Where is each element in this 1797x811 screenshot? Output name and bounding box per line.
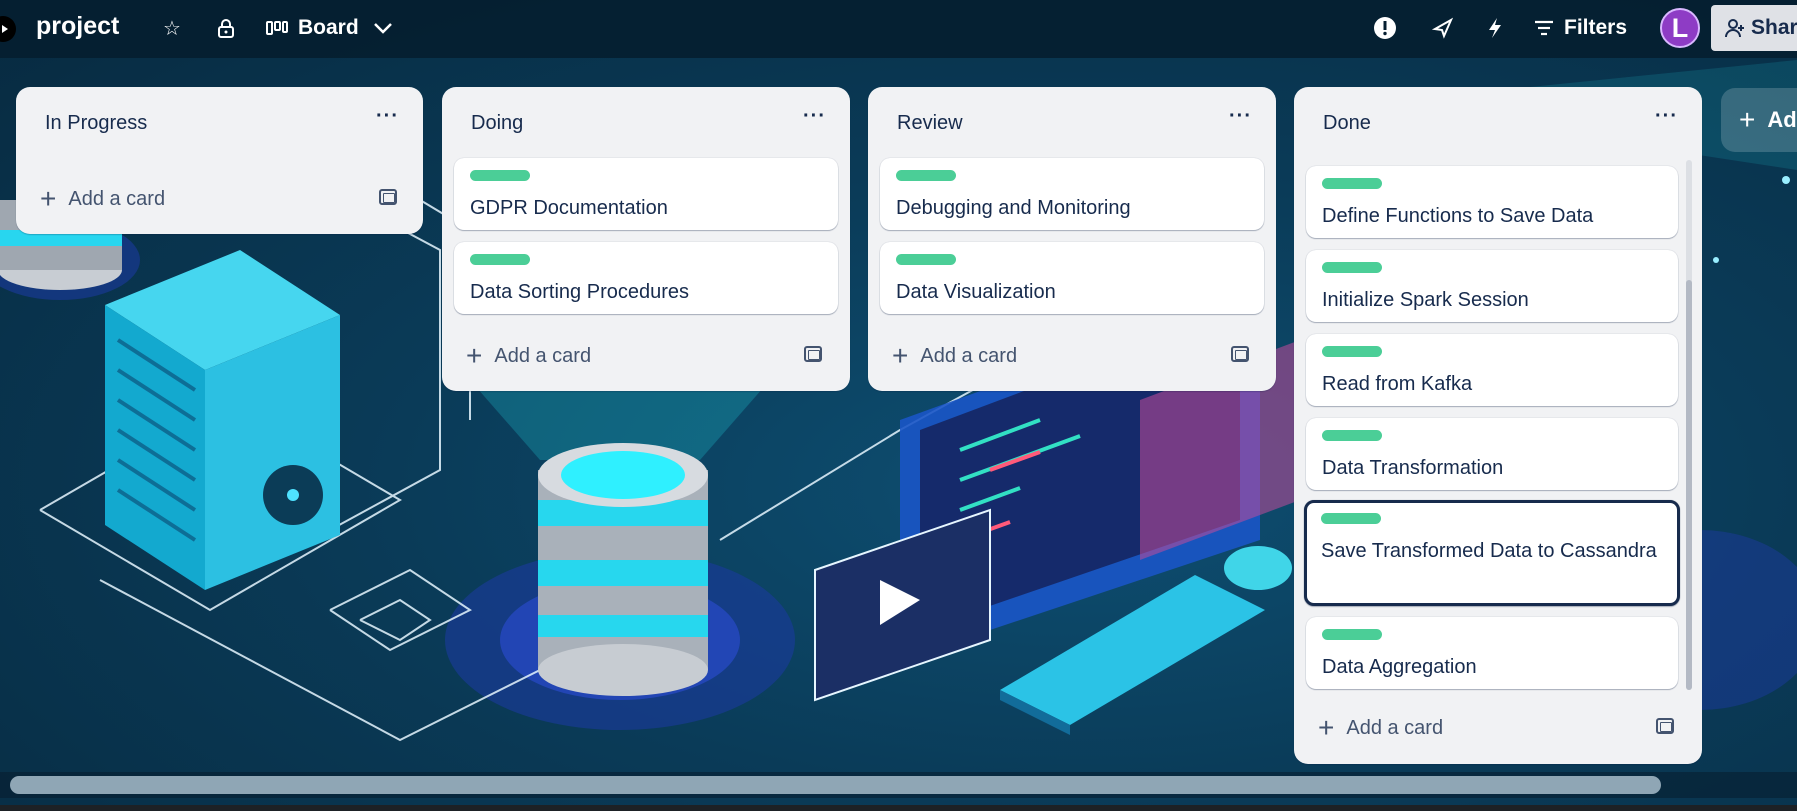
star-icon[interactable]: ☆ xyxy=(158,10,186,46)
card[interactable]: Debugging and Monitoring xyxy=(880,158,1264,230)
list-scrollbar-thumb[interactable] xyxy=(1686,280,1692,690)
card-selected[interactable]: Save Transformed Data to Cassandra xyxy=(1304,500,1680,606)
list-review: Review ··· Debugging and Monitoring Data… xyxy=(868,87,1276,391)
card-label-green[interactable] xyxy=(1322,178,1382,189)
card[interactable]: Read from Kafka xyxy=(1306,334,1678,406)
card[interactable]: Data Sorting Procedures xyxy=(454,242,838,314)
board-icon xyxy=(266,21,288,35)
view-switcher-button[interactable]: Board xyxy=(266,10,416,46)
card-template-icon[interactable] xyxy=(804,346,822,362)
add-card-button[interactable]: + Add a card xyxy=(1318,714,1443,742)
card-label-green[interactable] xyxy=(1321,513,1381,524)
board-title[interactable]: project xyxy=(36,12,119,41)
share-button[interactable]: Share xyxy=(1711,5,1797,51)
add-list-label: Ad xyxy=(1767,107,1797,132)
plus-icon: + xyxy=(1318,712,1335,743)
card[interactable]: GDPR Documentation xyxy=(454,158,838,230)
avatar[interactable]: L xyxy=(1660,8,1700,48)
card-label-green[interactable] xyxy=(896,254,956,265)
card-title: Read from Kafka xyxy=(1322,373,1473,395)
card-title: Debugging and Monitoring xyxy=(896,197,1131,219)
plus-icon: + xyxy=(892,340,909,371)
add-card-button[interactable]: + Add a card xyxy=(466,342,591,370)
add-card-label: Add a card xyxy=(1346,716,1444,739)
card-label-green[interactable] xyxy=(470,170,530,181)
list-title[interactable]: Review xyxy=(897,112,963,135)
rocket-icon[interactable] xyxy=(1428,10,1458,46)
lightning-icon-svg xyxy=(1489,18,1501,38)
chevron-down-icon xyxy=(373,23,392,34)
alert-icon[interactable] xyxy=(1370,10,1400,46)
filters-button[interactable]: Filters xyxy=(1534,10,1634,46)
add-list-button[interactable]: + Ad xyxy=(1721,88,1797,152)
share-label: Share xyxy=(1751,16,1797,39)
list-title[interactable]: Doing xyxy=(471,112,523,135)
card-title: Data Sorting Procedures xyxy=(470,281,690,303)
more-icon[interactable]: ··· xyxy=(1655,105,1678,128)
card-label-green[interactable] xyxy=(470,254,530,265)
card-template-icon[interactable] xyxy=(1231,346,1249,362)
list-done: Done ··· Define Functions to Save Data I… xyxy=(1294,87,1702,764)
card[interactable]: Define Functions to Save Data xyxy=(1306,166,1678,238)
card[interactable]: Data Transformation xyxy=(1306,418,1678,490)
add-card-label: Add a card xyxy=(68,187,166,210)
lightning-icon[interactable] xyxy=(1480,10,1510,46)
add-card-label: Add a card xyxy=(920,344,1018,367)
list-doing: Doing ··· GDPR Documentation Data Sortin… xyxy=(442,87,850,391)
card-label-green[interactable] xyxy=(1322,262,1382,273)
plus-icon: + xyxy=(1739,104,1756,135)
card-label-green[interactable] xyxy=(1322,346,1382,357)
card-title: Save Transformed Data to Cassandra xyxy=(1321,540,1657,562)
list-title[interactable]: Done xyxy=(1323,112,1371,135)
filter-icon xyxy=(1535,20,1553,36)
list-in-progress: In Progress ··· + Add a card xyxy=(16,87,423,234)
filters-label: Filters xyxy=(1564,16,1628,39)
card-label-green[interactable] xyxy=(896,170,956,181)
share-person-icon xyxy=(1725,19,1744,38)
card-title: Define Functions to Save Data xyxy=(1322,205,1594,227)
add-card-label: Add a card xyxy=(494,344,592,367)
card-label-green[interactable] xyxy=(1322,430,1382,441)
card-label-green[interactable] xyxy=(1322,629,1382,640)
add-card-button[interactable]: + Add a card xyxy=(40,185,165,213)
view-label: Board xyxy=(298,16,359,39)
plus-icon: + xyxy=(466,340,483,371)
rocket-icon-svg xyxy=(1432,17,1454,39)
alert-icon-svg xyxy=(1374,17,1396,39)
more-icon[interactable]: ··· xyxy=(1229,105,1252,128)
lock-icon-svg xyxy=(218,19,234,38)
card-title: Initialize Spark Session xyxy=(1322,289,1529,311)
card-template-icon[interactable] xyxy=(379,189,397,205)
card[interactable]: Data Visualization xyxy=(880,242,1264,314)
card[interactable]: Data Aggregation xyxy=(1306,617,1678,689)
more-icon[interactable]: ··· xyxy=(803,105,826,128)
card[interactable]: Initialize Spark Session xyxy=(1306,250,1678,322)
more-icon[interactable]: ··· xyxy=(376,105,399,128)
board-header: project ☆ Board Filters L Share xyxy=(0,0,1797,58)
app-logo-icon[interactable] xyxy=(0,16,16,42)
card-template-icon[interactable] xyxy=(1656,718,1674,734)
plus-icon: + xyxy=(40,183,57,214)
card-title: Data Aggregation xyxy=(1322,656,1477,678)
card-title: GDPR Documentation xyxy=(470,197,668,219)
list-title[interactable]: In Progress xyxy=(45,112,147,135)
board-scrollbar-thumb[interactable] xyxy=(10,776,1661,794)
add-card-button[interactable]: + Add a card xyxy=(892,342,1017,370)
card-title: Data Visualization xyxy=(896,281,1056,303)
card-title: Data Transformation xyxy=(1322,457,1504,479)
window-bottom-edge xyxy=(0,805,1797,811)
lock-icon[interactable] xyxy=(212,10,240,46)
